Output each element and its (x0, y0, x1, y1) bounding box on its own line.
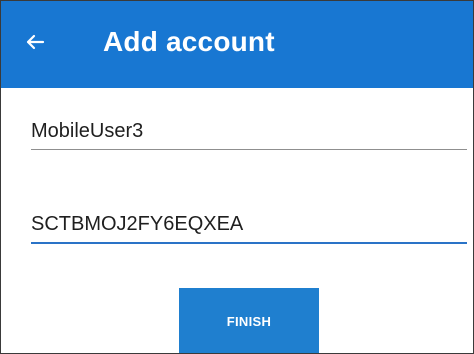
username-field (31, 113, 467, 150)
back-button[interactable] (19, 26, 51, 58)
app-bar: Add account (1, 1, 473, 88)
finish-button[interactable]: FINISH (179, 288, 319, 353)
secret-key-field (31, 206, 467, 244)
secret-key-input[interactable] (31, 206, 467, 242)
arrow-left-icon (23, 30, 47, 54)
username-input[interactable] (31, 113, 467, 149)
finish-button-label: FINISH (226, 313, 272, 329)
app-screen: Add account FINISH (0, 0, 474, 354)
page-title: Add account (103, 26, 275, 57)
